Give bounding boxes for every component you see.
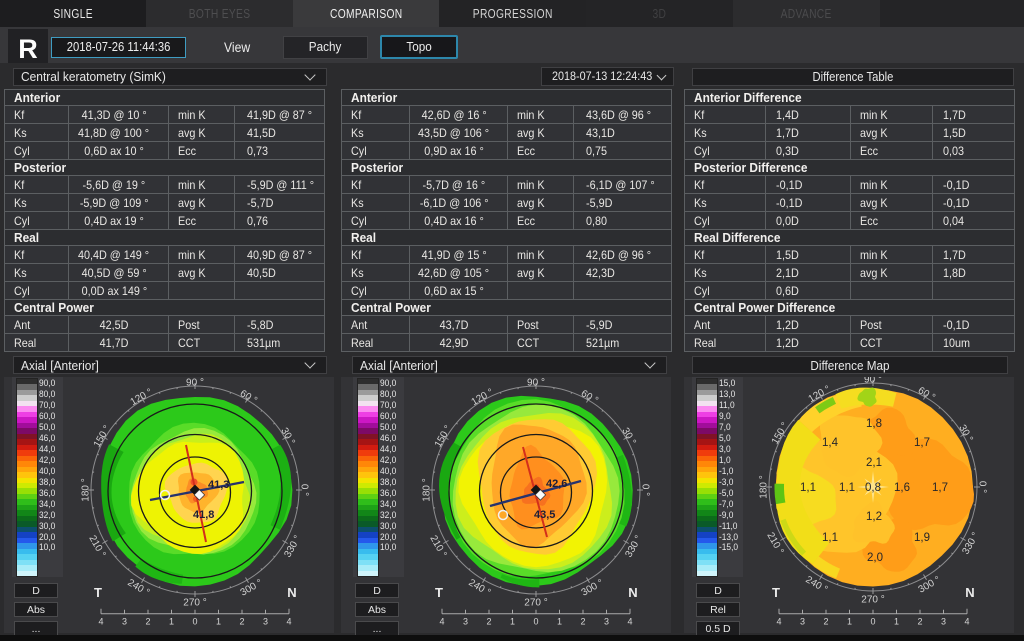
svg-text:N: N xyxy=(628,585,637,600)
svg-text:1,8: 1,8 xyxy=(866,418,882,430)
svg-text:90 °: 90 ° xyxy=(864,377,882,386)
svg-text:4: 4 xyxy=(439,617,444,627)
svg-text:0 °: 0 ° xyxy=(298,484,309,496)
svg-text:210 °: 210 ° xyxy=(427,534,448,560)
svg-text:3: 3 xyxy=(941,617,946,627)
svg-text:4: 4 xyxy=(964,617,969,627)
svg-text:43,5: 43,5 xyxy=(534,509,555,521)
svg-text:41,8: 41,8 xyxy=(193,509,214,521)
svg-text:90 °: 90 ° xyxy=(186,378,204,389)
svg-text:1: 1 xyxy=(557,617,562,627)
svg-text:42,6: 42,6 xyxy=(546,478,567,490)
svg-text:2: 2 xyxy=(239,617,244,627)
svg-text:2: 2 xyxy=(145,617,150,627)
svg-text:210 °: 210 ° xyxy=(86,534,107,560)
svg-text:2: 2 xyxy=(580,617,585,627)
svg-text:4: 4 xyxy=(286,617,291,627)
svg-text:2: 2 xyxy=(917,617,922,627)
svg-text:30 °: 30 ° xyxy=(278,426,296,447)
svg-text:1: 1 xyxy=(169,617,174,627)
svg-text:1,7: 1,7 xyxy=(914,437,930,449)
svg-text:41,3: 41,3 xyxy=(208,479,229,491)
svg-text:150 °: 150 ° xyxy=(433,424,454,450)
svg-text:240 °: 240 ° xyxy=(126,577,152,598)
svg-text:0: 0 xyxy=(870,617,875,627)
svg-text:300 °: 300 ° xyxy=(580,577,606,598)
svg-text:270 °: 270 ° xyxy=(524,598,547,609)
svg-text:180 °: 180 ° xyxy=(759,475,770,498)
svg-text:1: 1 xyxy=(216,617,221,627)
svg-text:N: N xyxy=(287,585,296,600)
svg-text:0 °: 0 ° xyxy=(976,481,987,493)
svg-text:2,0: 2,0 xyxy=(867,552,883,564)
svg-text:1,9: 1,9 xyxy=(914,532,930,544)
svg-text:4: 4 xyxy=(98,617,103,627)
svg-text:180 °: 180 ° xyxy=(422,478,433,501)
svg-text:270 °: 270 ° xyxy=(183,598,206,609)
svg-text:1: 1 xyxy=(847,617,852,627)
svg-text:30 °: 30 ° xyxy=(619,426,637,447)
svg-text:3: 3 xyxy=(604,617,609,627)
svg-text:T: T xyxy=(94,585,102,600)
svg-text:1,6: 1,6 xyxy=(894,482,910,494)
svg-text:270 °: 270 ° xyxy=(861,595,884,606)
svg-text:330 °: 330 ° xyxy=(623,534,644,560)
svg-text:3: 3 xyxy=(800,617,805,627)
svg-text:0: 0 xyxy=(192,617,197,627)
svg-text:330 °: 330 ° xyxy=(960,531,981,557)
svg-text:330 °: 330 ° xyxy=(282,534,303,560)
svg-text:2: 2 xyxy=(486,617,491,627)
svg-text:1,2: 1,2 xyxy=(866,511,882,523)
svg-text:1,1: 1,1 xyxy=(822,532,838,544)
svg-text:T: T xyxy=(772,585,780,600)
svg-text:1,1: 1,1 xyxy=(800,482,816,494)
svg-text:1,7: 1,7 xyxy=(932,482,948,494)
svg-text:210 °: 210 ° xyxy=(764,531,785,557)
svg-text:2,1: 2,1 xyxy=(866,457,882,469)
svg-text:0,8: 0,8 xyxy=(865,482,881,494)
svg-text:240 °: 240 ° xyxy=(804,574,830,595)
svg-text:1: 1 xyxy=(510,617,515,627)
svg-text:1: 1 xyxy=(894,617,899,627)
svg-text:300 °: 300 ° xyxy=(239,577,265,598)
svg-text:180 °: 180 ° xyxy=(81,478,92,501)
svg-text:240 °: 240 ° xyxy=(467,577,493,598)
svg-text:300 °: 300 ° xyxy=(917,574,943,595)
svg-text:0: 0 xyxy=(533,617,538,627)
svg-text:N: N xyxy=(965,585,974,600)
svg-text:1,4: 1,4 xyxy=(822,437,839,449)
svg-text:60 °: 60 ° xyxy=(238,388,259,406)
svg-text:T: T xyxy=(435,585,443,600)
svg-text:4: 4 xyxy=(627,617,632,627)
svg-text:1,1: 1,1 xyxy=(839,482,855,494)
svg-text:0 °: 0 ° xyxy=(639,484,650,496)
svg-text:3: 3 xyxy=(463,617,468,627)
svg-text:3: 3 xyxy=(122,617,127,627)
svg-text:60 °: 60 ° xyxy=(579,388,600,406)
svg-text:90 °: 90 ° xyxy=(527,378,545,389)
svg-text:3: 3 xyxy=(263,617,268,627)
svg-text:2: 2 xyxy=(823,617,828,627)
svg-text:4: 4 xyxy=(776,617,781,627)
